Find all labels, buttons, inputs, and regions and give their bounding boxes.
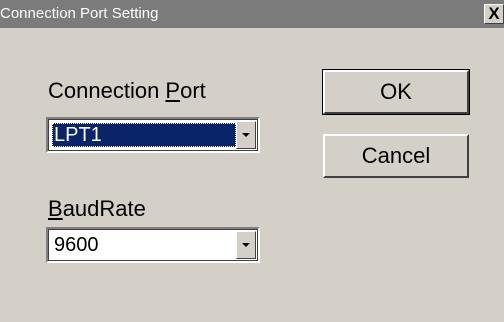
baud-rate-label: BaudRate [48,196,146,222]
ok-button-label: OK [380,79,412,104]
cancel-button-label: Cancel [361,143,431,168]
window-title: Connection Port Setting [0,5,159,22]
connection-port-accel-key: P [165,78,181,103]
baud-rate-label-suffix: audRate [62,196,146,221]
close-icon: X [488,4,500,23]
connection-port-dropdown-arrow-icon[interactable] [236,121,256,149]
baud-rate-value: 9600 [54,234,99,256]
close-button[interactable]: X [484,4,504,24]
baud-rate-accel-key: B [48,196,63,221]
ok-button[interactable]: OK [322,69,470,115]
connection-port-dialog: Connection Port Setting X Connection Por… [0,0,504,322]
connection-port-label: Connection Port [48,78,206,104]
cancel-button[interactable]: Cancel [323,134,469,178]
baud-rate-combobox[interactable]: 9600 [46,227,260,263]
baud-rate-dropdown-arrow-icon[interactable] [236,231,256,259]
connection-port-value: LPT1 [52,123,236,147]
title-bar[interactable]: Connection Port Setting X [0,0,504,28]
connection-port-label-prefix: Connection [48,78,166,103]
connection-port-label-suffix: ort [180,78,206,103]
connection-port-combobox[interactable]: LPT1 [46,117,260,153]
